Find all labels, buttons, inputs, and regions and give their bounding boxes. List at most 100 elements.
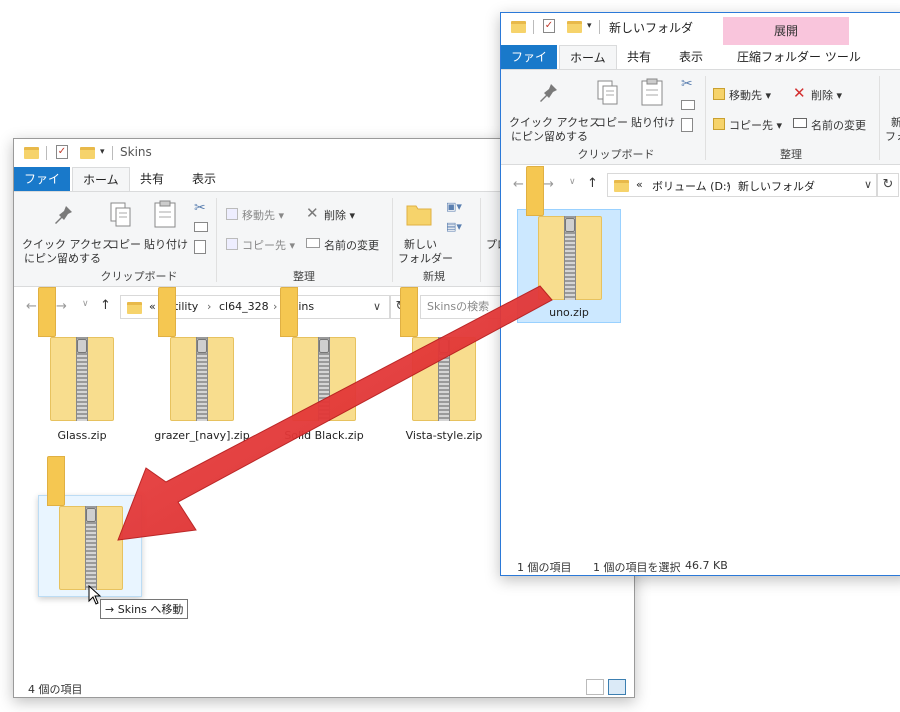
item-count: 4 個の項目 <box>28 683 83 696</box>
back-arrow-icon[interactable]: ← <box>26 299 37 314</box>
rename-icon <box>793 118 807 128</box>
large-icons-view-icon[interactable] <box>608 679 626 695</box>
paste-icon <box>641 78 663 109</box>
rename-button[interactable]: 名前の変更 <box>811 117 866 133</box>
item-count: 1 個の項目 <box>517 561 572 574</box>
up-arrow-icon[interactable]: ↑ <box>587 176 598 191</box>
pin-icon <box>54 204 74 229</box>
paste-shortcut-icon[interactable] <box>194 240 206 254</box>
paste-shortcut-icon[interactable] <box>681 118 693 132</box>
move-to-button[interactable]: 移動先 ▾ <box>242 207 284 223</box>
tab-view[interactable]: 表示 <box>669 45 713 69</box>
tab-file[interactable]: ファイル <box>14 167 70 210</box>
properties-qa-icon[interactable]: ✓ <box>543 19 555 33</box>
copy-button[interactable]: コピー <box>595 114 628 130</box>
tab-share[interactable]: 共有 <box>617 45 661 69</box>
file-name: Vista-style.zip <box>405 429 483 442</box>
rename-button[interactable]: 名前の変更 <box>324 237 379 253</box>
paste-icon <box>154 200 176 231</box>
group-organize-label: 整理 <box>293 270 315 283</box>
file-item[interactable]: grazer_[navy].zip <box>154 287 250 449</box>
move-to-button[interactable]: 移動先 ▾ <box>729 87 771 103</box>
window-title: Skins <box>120 145 152 159</box>
address-dropdown-chevron-icon[interactable]: ∨ <box>373 300 381 313</box>
divider <box>599 20 600 34</box>
details-view-icon[interactable] <box>586 679 604 695</box>
copy-to-button[interactable]: コピー先 ▾ <box>242 237 295 253</box>
delete-icon: ✕ <box>306 204 319 222</box>
drag-preview <box>38 456 142 597</box>
cut-icon[interactable]: ✂ <box>681 76 693 92</box>
divider <box>392 198 393 282</box>
file-item[interactable]: Glass.zip <box>34 287 130 449</box>
breadcrumb-overflow[interactable]: « <box>149 300 156 313</box>
breadcrumb-volume-d[interactable]: ボリューム (D:) <box>652 178 731 194</box>
delete-button[interactable]: 削除 ▾ <box>324 207 355 223</box>
pin-quick-access-button-line2[interactable]: にピン留めする <box>24 250 101 266</box>
cut-icon[interactable]: ✂ <box>194 200 206 216</box>
file-item[interactable]: Solid Black.zip <box>276 287 372 449</box>
copy-button[interactable]: コピー <box>108 236 141 252</box>
folder-icon <box>614 180 629 192</box>
ribbon-home: クイック アクセス にピン留めする コピー 貼り付け ✂ クリップボード 移動先… <box>501 69 900 165</box>
ribbon-tabs: ファイル ホーム 共有 表示 圧縮フォルダー ツール <box>501 45 900 88</box>
breadcrumb-new-folder[interactable]: 新しいフォルダ <box>738 178 815 194</box>
breadcrumb-separator: › <box>273 300 278 313</box>
breadcrumb-separator: › <box>726 178 731 191</box>
divider <box>480 198 481 282</box>
file-item-selected[interactable]: uno.zip <box>517 166 621 323</box>
properties-qa-icon[interactable]: ✓ <box>56 145 68 159</box>
group-new-label: 新規 <box>423 270 445 283</box>
easy-access-icon[interactable]: ▤▾ <box>446 220 462 233</box>
tab-home[interactable]: ホーム <box>559 45 617 69</box>
tab-home[interactable]: ホーム <box>72 167 130 191</box>
refresh-icon[interactable]: ↻ <box>877 173 899 197</box>
divider <box>112 146 113 160</box>
qa-customize-chevron-icon[interactable]: ▾ <box>100 147 105 157</box>
forward-arrow-icon[interactable]: → <box>56 299 67 314</box>
paste-button[interactable]: 貼り付け <box>144 236 188 252</box>
recent-chevron-icon[interactable]: ∨ <box>82 299 89 309</box>
pin-quick-access-button-line2[interactable]: にピン留めする <box>511 128 588 144</box>
file-name: uno.zip <box>549 306 589 319</box>
file-item[interactable]: Vista-style.zip <box>396 287 492 449</box>
new-folder-button-line2[interactable]: フォルダー <box>398 250 453 266</box>
context-tab-extract[interactable]: 展開 <box>723 17 849 45</box>
selected-size: 46.7 KB <box>685 559 728 572</box>
copy-to-icon <box>713 118 725 130</box>
move-to-icon <box>713 88 725 100</box>
file-name: Glass.zip <box>57 429 107 442</box>
rename-icon <box>306 238 320 248</box>
new-group-partial-line2[interactable]: フォ <box>885 128 900 144</box>
divider <box>533 20 534 34</box>
new-folder-qa-icon[interactable] <box>80 147 95 159</box>
folder-icon <box>127 302 142 314</box>
copy-path-icon[interactable] <box>681 100 695 110</box>
new-folder-qa-icon[interactable] <box>567 21 582 33</box>
delete-button[interactable]: 削除 ▾ <box>811 87 842 103</box>
qa-customize-chevron-icon[interactable]: ▾ <box>587 21 592 31</box>
copy-to-button[interactable]: コピー先 ▾ <box>729 117 782 133</box>
breadcrumb-cl64[interactable]: cl64_328 <box>219 300 269 313</box>
file-name: grazer_[navy].zip <box>154 429 250 442</box>
divider <box>46 146 47 160</box>
address-bar[interactable]: « ボリューム (D:) › 新しいフォルダ ∨ <box>607 173 877 197</box>
drag-tooltip: → Skins へ移動 <box>100 599 189 619</box>
copy-icon <box>597 80 619 109</box>
address-dropdown-chevron-icon[interactable]: ∨ <box>864 178 872 191</box>
breadcrumb-overflow[interactable]: « <box>636 178 643 191</box>
back-arrow-icon[interactable]: ← <box>513 177 524 192</box>
copy-to-icon <box>226 238 238 250</box>
recent-chevron-icon[interactable]: ∨ <box>569 177 576 187</box>
new-item-icon[interactable]: ▣▾ <box>446 200 462 213</box>
up-arrow-icon[interactable]: ↑ <box>100 298 111 313</box>
tab-compressed-folder-tools[interactable]: 圧縮フォルダー ツール <box>727 45 871 69</box>
group-clipboard-label: クリップボード <box>577 148 655 161</box>
tab-view[interactable]: 表示 <box>182 167 226 191</box>
copy-path-icon[interactable] <box>194 222 208 232</box>
paste-button[interactable]: 貼り付け <box>631 114 675 130</box>
forward-arrow-icon[interactable]: → <box>543 177 554 192</box>
tab-share[interactable]: 共有 <box>130 167 174 191</box>
tab-file[interactable]: ファイル <box>501 45 557 88</box>
copy-icon <box>110 202 132 231</box>
